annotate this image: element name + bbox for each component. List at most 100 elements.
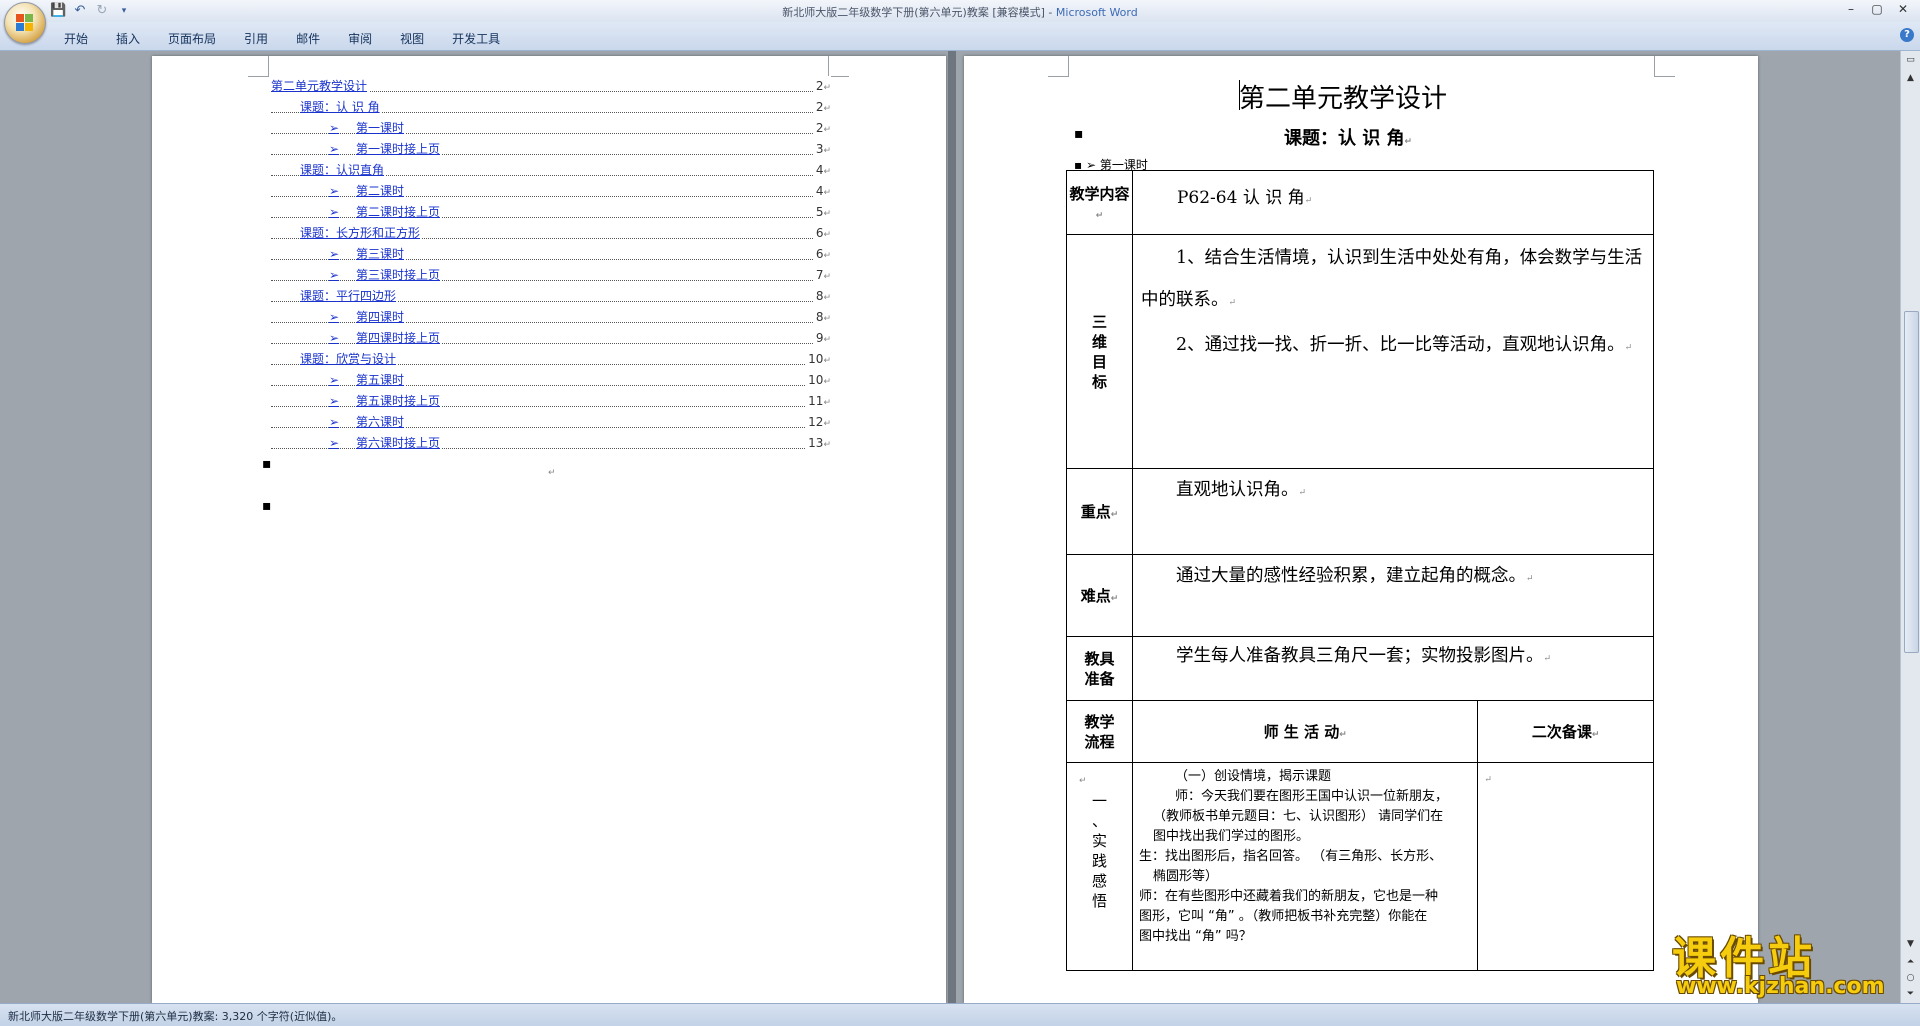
toc-entry[interactable]: ➢ 第五课时 10↵ xyxy=(271,370,837,393)
tab-references[interactable]: 引用 xyxy=(232,28,280,49)
toc-entry-text[interactable]: 第二单元教学设计 xyxy=(271,76,370,97)
toc-entry[interactable]: ➢ 第二课时 4↵ xyxy=(271,181,837,204)
crop-mark xyxy=(248,56,269,77)
toc-entry[interactable]: 课题：平行四边形 8↵ xyxy=(271,286,837,309)
ruler-toggle-icon[interactable]: ▭ xyxy=(1903,53,1918,68)
toc-page-number: 4↵ xyxy=(813,181,831,204)
toc-entry[interactable]: 课题：认识直角 4↵ xyxy=(271,160,837,183)
activity-line: 图中找出 “角” 吗？ xyxy=(1138,929,1252,944)
table-cell[interactable]: 重点↵ xyxy=(1066,468,1133,555)
table-cell[interactable]: 直观地认识角。↵ xyxy=(1131,468,1655,555)
toc-entry[interactable]: ➢ 第五课时接上页 11↵ xyxy=(271,391,837,414)
scroll-up-arrow-icon[interactable]: ▲ xyxy=(1903,71,1918,86)
select-browse-object-icon[interactable]: ○ xyxy=(1903,971,1918,986)
vertical-scrollbar[interactable]: ▭ ▲ ▼ ⏶ ○ ⏷ xyxy=(1900,51,1920,1003)
toc-entry[interactable]: 课题：欣赏与设计 10↵ xyxy=(271,349,837,372)
toc-entry-text[interactable]: 课题：欣赏与设计 xyxy=(300,349,399,370)
toc-entry-text[interactable]: 课题：认识直角 xyxy=(300,160,387,181)
table-cell[interactable]: 教学流程 xyxy=(1066,700,1133,763)
toc-entry-text[interactable]: 课题：平行四边形 xyxy=(300,286,399,307)
ribbon: 开始 插入 页面布局 引用 邮件 审阅 视图 开发工具 ? xyxy=(0,22,1920,51)
tab-page-layout[interactable]: 页面布局 xyxy=(156,28,228,49)
document-workspace[interactable]: 第二单元教学设计 2↵ 课题：认 识 角 2↵ ➢ 第一课时 2↵ ➢ 第一课时… xyxy=(0,51,1900,1003)
arrow-bullet-icon: ➢ xyxy=(329,202,340,223)
toc-entry[interactable]: ➢ 第六课时 12↵ xyxy=(271,412,837,435)
toc-page-number: 10↵ xyxy=(806,370,831,393)
table-cell[interactable]: ↵ 一、实践感悟 xyxy=(1066,762,1133,971)
objective-2: 2、通过找一找、折一折、比一比等活动，直观地认识角。↵ xyxy=(1175,335,1633,355)
activity-line: 图形，它叫 “角” 。（教师把板书补充完整）你能在 xyxy=(1138,909,1428,924)
close-button[interactable]: ✕ xyxy=(1890,0,1916,18)
paragraph-bullet: ▪ xyxy=(1074,126,1084,142)
table-cell[interactable]: 教学内容↵ xyxy=(1066,170,1133,235)
table-cell[interactable]: 教具准备 xyxy=(1066,636,1133,701)
table-cell[interactable]: （一）创设情境，揭示课题 师：今天我们要在图形王国中认识一位新朋友， （教师板书… xyxy=(1131,762,1479,971)
toc-entry-text[interactable]: 第三课时 xyxy=(356,244,407,265)
crop-mark xyxy=(1048,56,1069,77)
next-page-icon[interactable]: ⏷ xyxy=(1903,987,1918,1002)
table-cell[interactable]: 1、结合生活情境，认识到生活中处处有角，体会数学与生活中的联系。↵ 2、通过找一… xyxy=(1131,234,1655,469)
table-cell[interactable]: 二次备课↵ xyxy=(1477,700,1654,763)
toc-entry[interactable]: ➢ 第四课时 8↵ xyxy=(271,307,837,330)
previous-page-icon[interactable]: ⏶ xyxy=(1903,955,1918,970)
tab-home[interactable]: 开始 xyxy=(52,28,100,49)
table-cell[interactable]: P62-64 认 识 角↵ xyxy=(1131,170,1655,235)
toc-entry-text[interactable]: 课题：长方形和正方形 xyxy=(300,223,423,244)
tab-mailings[interactable]: 邮件 xyxy=(284,28,332,49)
arrow-bullet-icon: ➢ xyxy=(329,139,340,160)
table-cell[interactable]: 三维目标 xyxy=(1066,234,1133,469)
toc-page-number: 9↵ xyxy=(813,328,831,351)
table-row: 三维目标 1、结合生活情境，认识到生活中处处有角，体会数学与生活中的联系。↵ 2… xyxy=(1066,234,1655,469)
word-count-status[interactable]: 新北师大版二年级数学下册(第六单元)教案: 3,320 个字符(近似值)。 xyxy=(8,1008,342,1024)
table-cell[interactable]: 通过大量的感性经验积累，建立起角的概念。↵ xyxy=(1131,554,1655,637)
arrow-bullet-icon: ➢ xyxy=(329,370,340,391)
toc-entry[interactable]: 课题：长方形和正方形 6↵ xyxy=(271,223,837,246)
table-cell[interactable]: 师 生 活 动↵ xyxy=(1131,700,1479,763)
toc-entry[interactable]: ➢ 第三课时接上页 7↵ xyxy=(271,265,837,288)
toc-entry[interactable]: ➢ 第四课时接上页 9↵ xyxy=(271,328,837,351)
minimize-button[interactable]: – xyxy=(1838,0,1864,18)
toc-entry-text[interactable]: 第五课时 xyxy=(356,370,407,391)
toc-entry-text[interactable]: 第一课时接上页 xyxy=(356,139,443,160)
toc-entry-text[interactable]: 第二课时接上页 xyxy=(356,202,443,223)
toc-entry[interactable]: ➢ 第六课时接上页 13↵ xyxy=(271,433,837,456)
maximize-button[interactable]: ▢ xyxy=(1864,0,1890,18)
toc-entry[interactable]: ➢ 第二课时接上页 5↵ xyxy=(271,202,837,225)
toc-entry[interactable]: 课题：认 识 角 2↵ xyxy=(271,97,837,120)
toc-entry[interactable]: ➢ 第一课时 2↵ xyxy=(271,118,837,141)
tab-review[interactable]: 审阅 xyxy=(336,28,384,49)
toc-entry[interactable]: 第二单元教学设计 2↵ xyxy=(271,76,837,99)
toc-entry[interactable]: ➢ 第一课时接上页 3↵ xyxy=(271,139,837,162)
table-row: 教学内容↵ P62-64 认 识 角↵ xyxy=(1066,170,1655,235)
toc-entry-text[interactable]: 第五课时接上页 xyxy=(356,391,443,412)
toc-entry-text[interactable]: 第六课时接上页 xyxy=(356,433,443,454)
page-lesson-plan[interactable]: 第二单元教学设计 ▪ 课题：认 识 角↵ ▪ ➢ 第一课时 教学内容↵ P62-… xyxy=(964,56,1758,1003)
toc-page-number: 7↵ xyxy=(813,265,831,288)
toc-page-number: 13↵ xyxy=(806,433,831,456)
arrow-bullet-icon: ➢ xyxy=(329,412,340,433)
tab-insert[interactable]: 插入 xyxy=(104,28,152,49)
scroll-down-arrow-icon[interactable]: ▼ xyxy=(1903,937,1918,952)
toc-entry-text[interactable]: 第二课时 xyxy=(356,181,407,202)
table-cell[interactable]: 学生每人准备教具三角尺一套；实物投影图片。↵ xyxy=(1131,636,1655,701)
watermark-url: www.kjzhan.com xyxy=(1676,974,1885,999)
toc-page-number: 6↵ xyxy=(813,223,831,246)
window-title: 新北师大版二年级数学下册(第六单元)教案 [兼容模式] - Microsoft … xyxy=(0,4,1920,20)
toc-entry[interactable]: ➢ 第三课时 6↵ xyxy=(271,244,837,267)
tab-developer[interactable]: 开发工具 xyxy=(440,28,512,49)
table-cell[interactable]: 难点↵ xyxy=(1066,554,1133,637)
toc-entry-text[interactable]: 第三课时接上页 xyxy=(356,265,443,286)
tab-view[interactable]: 视图 xyxy=(388,28,436,49)
toc-entry-text[interactable]: 第一课时 xyxy=(356,118,407,139)
help-icon[interactable]: ? xyxy=(1900,28,1914,42)
toc-entry-text[interactable]: 第四课时 xyxy=(356,307,407,328)
arrow-bullet-icon: ➢ xyxy=(329,118,340,139)
table-row: 难点↵ 通过大量的感性经验积累，建立起角的概念。↵ xyxy=(1066,554,1655,637)
office-button[interactable] xyxy=(4,2,46,44)
table-cell[interactable]: ↵ xyxy=(1477,762,1654,971)
page-toc[interactable]: 第二单元教学设计 2↵ 课题：认 识 角 2↵ ➢ 第一课时 2↵ ➢ 第一课时… xyxy=(152,56,946,1003)
scrollbar-thumb[interactable] xyxy=(1904,311,1919,653)
toc-entry-text[interactable]: 第六课时 xyxy=(356,412,407,433)
toc-entry-text[interactable]: 课题：认 识 角 xyxy=(300,97,382,118)
toc-entry-text[interactable]: 第四课时接上页 xyxy=(356,328,443,349)
